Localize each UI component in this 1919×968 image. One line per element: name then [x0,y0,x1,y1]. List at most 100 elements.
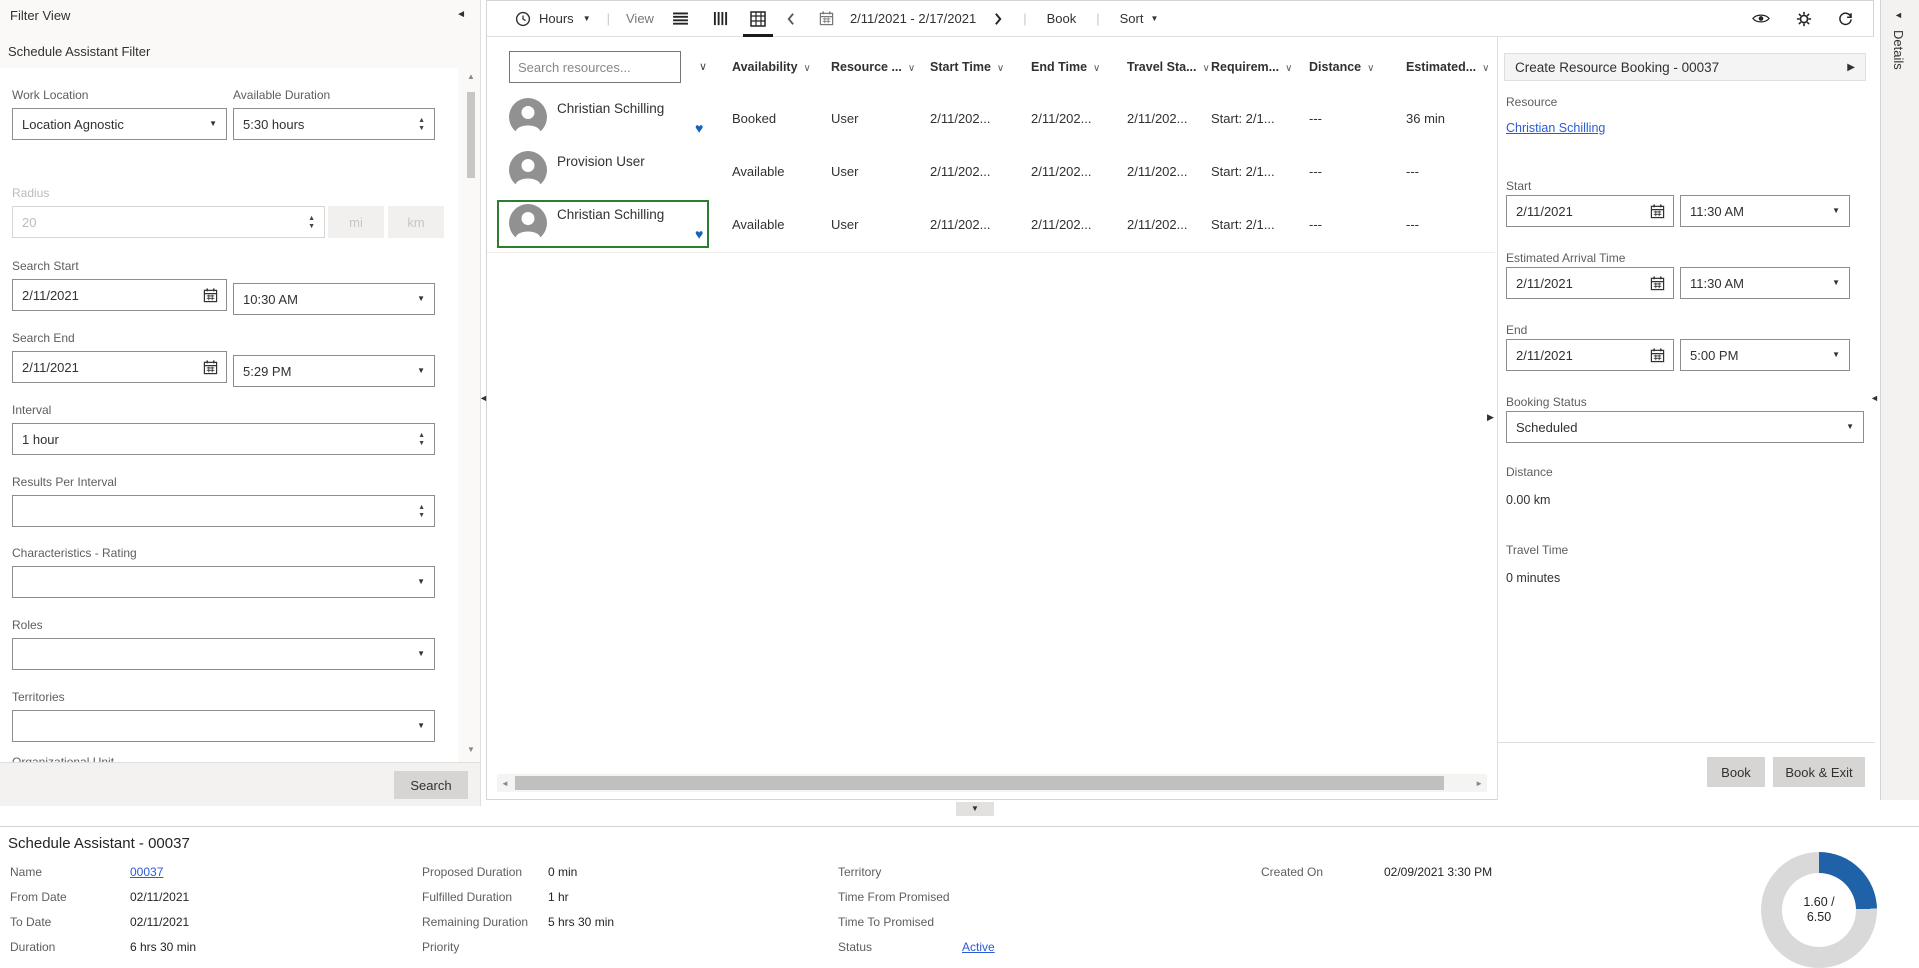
next-date-range-icon[interactable] [994,12,1003,26]
expand-details-icon[interactable]: ◄ [1894,10,1903,20]
column-header-availability[interactable]: Availability∨ [732,60,811,74]
work-location-select[interactable]: Location Agnostic ▼ [12,108,227,140]
board-view-icon[interactable] [713,11,728,26]
resource-name[interactable]: Christian Schilling [557,101,664,116]
scroll-left-icon[interactable]: ◄ [497,779,513,788]
cell-requirement: Start: 2/1... [1211,111,1275,126]
gear-icon[interactable] [1796,11,1812,27]
grid-view-icon-active[interactable] [750,11,766,27]
start-time-select[interactable]: 11:30 AM ▼ [1680,195,1850,227]
status-link[interactable]: Active [962,940,995,954]
field-label: Created On [1261,865,1384,879]
search-button[interactable]: Search [394,771,468,799]
resource-search-input[interactable] [509,51,681,83]
previous-date-range-icon[interactable] [786,12,795,26]
collapse-booking-panel-icon[interactable]: ▶ [1847,62,1855,73]
end-date-input[interactable]: 2/11/2021 [1506,339,1674,371]
chevron-down-icon: ∨ [908,63,915,74]
chevron-down-icon: ∨ [1202,63,1209,74]
details-label[interactable]: Details [1891,30,1906,70]
scroll-up-icon[interactable]: ▲ [467,72,475,81]
estimated-arrival-time-select[interactable]: 11:30 AM ▼ [1680,267,1850,299]
collapse-filter-panel-icon[interactable]: ◄ [456,9,466,20]
resource-link[interactable]: Christian Schilling [1506,121,1605,135]
calendar-icon[interactable] [203,360,218,375]
estimated-arrival-date-input[interactable]: 2/11/2021 [1506,267,1674,299]
details-splitter-icon[interactable]: ◄ [1870,393,1879,403]
calendar-icon[interactable] [1650,204,1665,219]
search-start-time-select[interactable]: 10:30 AM ▼ [233,283,435,315]
search-end-time-select[interactable]: 5:29 PM ▼ [233,355,435,387]
calendar-icon[interactable] [1650,276,1665,291]
scrollbar-track[interactable] [513,774,1471,792]
scroll-right-icon[interactable]: ► [1471,779,1487,788]
chevron-down-icon: ▼ [417,295,425,303]
table-row[interactable]: Provision User ♥ Available User 2/11/202… [487,146,1495,200]
book-button[interactable]: Book [1707,757,1765,787]
book-and-exit-button[interactable]: Book & Exit [1773,757,1865,787]
details-column-1: Name00037 From Date02/11/2021 To Date02/… [10,865,196,965]
cell-start-time: 2/11/202... [930,111,990,126]
sort-dropdown-icon[interactable]: ▼ [1150,14,1158,23]
calendar-icon[interactable] [203,288,218,303]
hours-dropdown-icon[interactable]: ▼ [583,14,591,23]
filter-scrollbar[interactable]: ▲ ▼ [465,72,477,758]
column-header-estimated[interactable]: Estimated...∨ [1406,60,1490,74]
scroll-down-icon[interactable]: ▼ [467,745,475,754]
characteristics-rating-field: Characteristics - Rating ▼ [12,546,435,598]
search-end-date-input[interactable]: 2/11/2021 [12,351,227,383]
column-header-resource[interactable]: Resource ...∨ [831,60,915,74]
column-header-requirement[interactable]: Requirem...∨ [1211,60,1292,74]
bottom-splitter-handle[interactable]: ▼ [956,802,994,816]
booking-status-select[interactable]: Scheduled ▼ [1506,411,1864,443]
interval-stepper[interactable]: ▲▼ [418,432,425,448]
duration-stepper[interactable]: ▲▼ [418,117,425,133]
estimated-arrival-label: Estimated Arrival Time [1506,251,1625,265]
hours-scale-button[interactable]: Hours [539,11,574,26]
book-button[interactable]: Book [1047,11,1077,26]
eye-icon[interactable] [1752,13,1770,24]
filter-splitter-icon[interactable]: ◄ [479,393,488,403]
cell-resource-type: User [831,164,858,179]
interval-input[interactable]: 1 hour ▲▼ [12,423,435,455]
cell-estimated: --- [1406,217,1419,232]
start-date-input[interactable]: 2/11/2021 [1506,195,1674,227]
end-time-select[interactable]: 5:00 PM ▼ [1680,339,1850,371]
chevron-down-icon: ▼ [417,650,425,658]
calendar-icon[interactable] [1650,348,1665,363]
results-per-interval-input[interactable]: ▲▼ [12,495,435,527]
scrollbar-thumb[interactable] [467,92,475,178]
date-range-label[interactable]: 2/11/2021 - 2/17/2021 [850,11,976,26]
column-header-travel-start[interactable]: Travel Sta...∨ [1127,60,1210,74]
calendar-icon[interactable] [819,11,834,26]
field-label: Status [838,940,962,954]
results-stepper[interactable]: ▲▼ [418,504,425,520]
resource-name[interactable]: Provision User [557,154,645,169]
sort-button[interactable]: Sort [1120,11,1144,26]
column-header-distance[interactable]: Distance∨ [1309,60,1374,74]
cell-availability: Available [732,164,785,179]
name-link[interactable]: 00037 [130,865,163,879]
booking-splitter-icon[interactable]: ▶ [1487,412,1494,423]
territories-select[interactable]: ▼ [12,710,435,742]
horizontal-scrollbar[interactable]: ◄ ► [497,774,1487,792]
chevron-down-icon: ∨ [1093,63,1100,74]
column-header-start-time[interactable]: Start Time∨ [930,60,1004,74]
roles-field: Roles ▼ [12,618,435,670]
table-row[interactable]: Christian Schilling ♥ Booked User 2/11/2… [487,93,1495,147]
search-start-date-input[interactable]: 2/11/2021 [12,279,227,311]
column-header-end-time[interactable]: End Time∨ [1031,60,1100,74]
roles-select[interactable]: ▼ [12,638,435,670]
scrollbar-thumb[interactable] [515,776,1444,790]
cell-end-time: 2/11/202... [1031,111,1091,126]
search-options-chevron-icon[interactable]: ∨ [699,60,707,73]
refresh-icon[interactable] [1838,11,1853,26]
search-end-field: Search End 2/11/2021 5:29 PM ▼ [12,331,435,383]
available-duration-input[interactable]: 5:30 hours ▲▼ [233,108,435,140]
characteristics-rating-select[interactable]: ▼ [12,566,435,598]
cell-start-time: 2/11/202... [930,217,990,232]
travel-time-label: Travel Time [1506,543,1568,557]
list-view-icon[interactable] [672,12,689,25]
scheduler-toolbar: Hours ▼ | View 2/11/2021 - 2/17/2021 | B… [487,1,1873,37]
search-start-label: Search Start [12,259,435,275]
